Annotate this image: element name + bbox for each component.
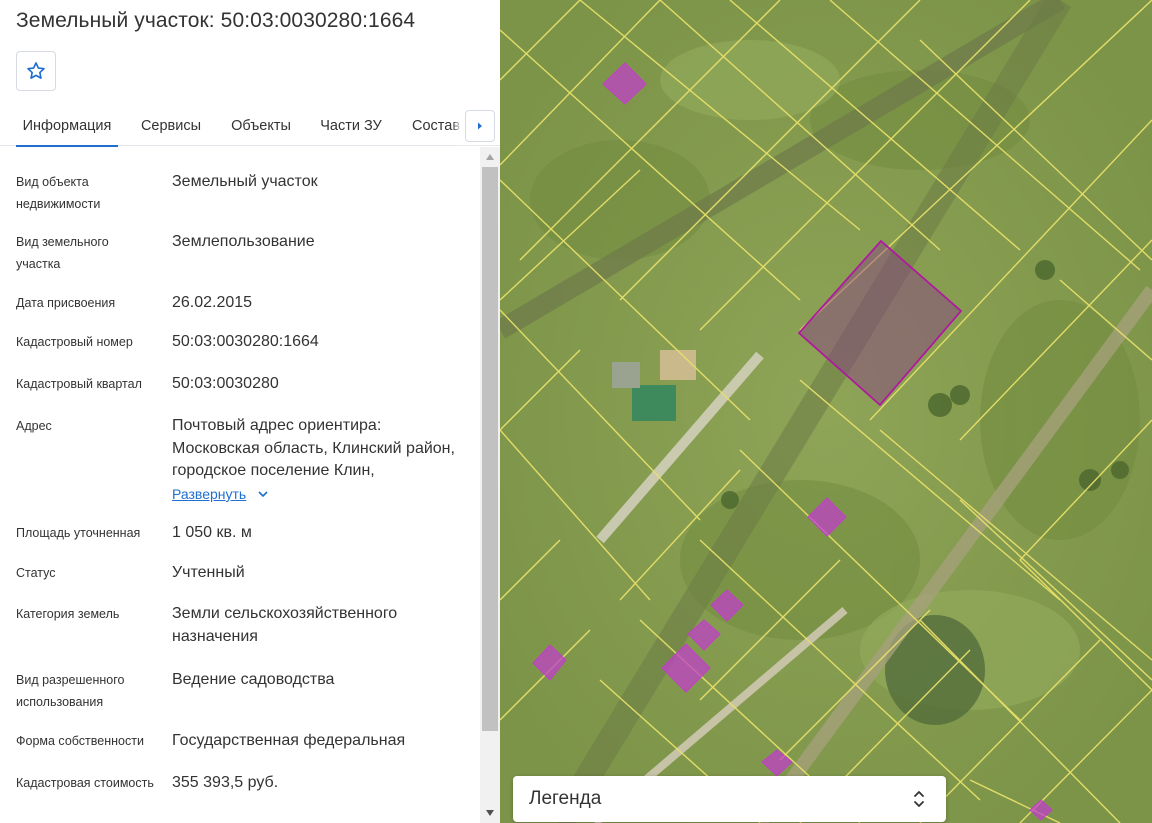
tabs-next-button[interactable] — [465, 110, 495, 142]
tab-parts[interactable]: Части ЗУ — [314, 106, 388, 146]
legend-label: Легенда — [529, 788, 602, 809]
scrollbar-thumb[interactable] — [482, 167, 498, 731]
star-outline-icon — [27, 62, 45, 79]
favorite-button[interactable] — [16, 51, 56, 91]
scroll-up-button[interactable] — [480, 147, 500, 167]
chevron-right-icon — [478, 122, 482, 130]
tab-objects[interactable]: Объекты — [224, 106, 298, 146]
info-panel: Земельный участок: 50:03:0030280:1664 Ин… — [0, 0, 500, 823]
scroll-down-button[interactable] — [480, 803, 500, 823]
attributes-list: Вид объекта недвижимости Земельный участ… — [16, 173, 455, 791]
tab-info[interactable]: Информация — [16, 106, 118, 147]
page-title: Земельный участок: 50:03:0030280:1664 — [16, 9, 416, 32]
tab-bar: Информация Сервисы Объекты Части ЗУ Сост… — [0, 106, 500, 147]
arrow-down-icon — [486, 810, 494, 816]
unfold-icon[interactable] — [912, 788, 926, 810]
scrollbar[interactable] — [480, 147, 500, 823]
arrow-up-icon — [486, 154, 494, 160]
satellite-map[interactable] — [500, 0, 1152, 823]
tab-services[interactable]: Сервисы — [134, 106, 208, 146]
map-view[interactable] — [500, 0, 1152, 823]
address-expand-link[interactable]: Развернуть — [172, 486, 270, 502]
tab-composition[interactable]: Состав — [404, 106, 468, 146]
legend-panel[interactable]: Легенда — [513, 776, 946, 822]
chevron-down-icon — [258, 491, 268, 498]
